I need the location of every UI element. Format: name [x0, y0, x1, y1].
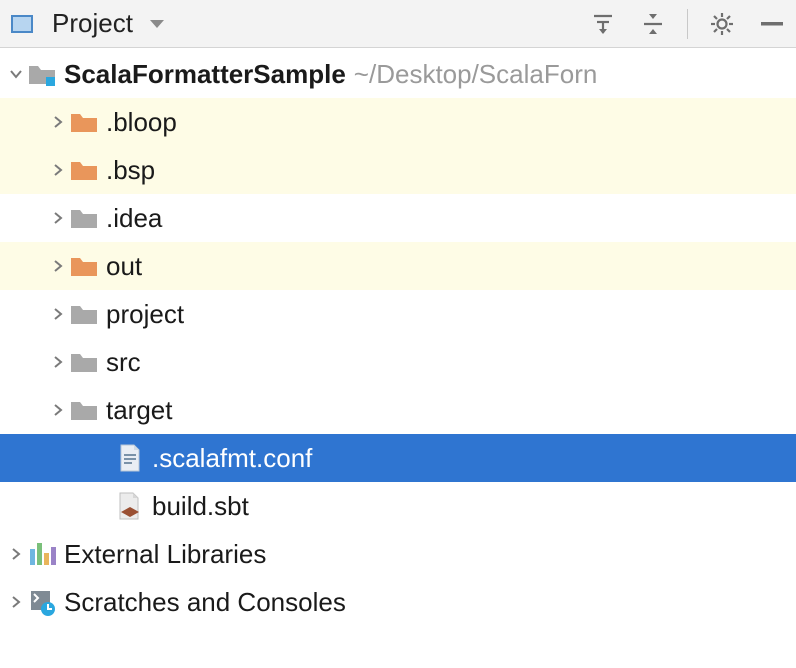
scroll-from-source-icon[interactable] [587, 8, 619, 40]
chevron-right-icon[interactable] [46, 254, 70, 278]
node-label: External Libraries [64, 539, 266, 570]
tree-folder-idea[interactable]: .idea [0, 194, 796, 242]
chevron-right-icon[interactable] [4, 542, 28, 566]
view-mode-dropdown[interactable] [141, 8, 173, 40]
folder-label: .idea [106, 203, 162, 234]
project-toolbar: Project [0, 0, 796, 48]
file-label: .scalafmt.conf [152, 443, 312, 474]
tree-folder-src[interactable]: src [0, 338, 796, 386]
tree-external-libraries[interactable]: External Libraries [0, 530, 796, 578]
tree-file-build-sbt[interactable]: build.sbt [0, 482, 796, 530]
folder-label: src [106, 347, 141, 378]
folder-label: out [106, 251, 142, 282]
tree-root[interactable]: ScalaFormatterSample ~/Desktop/ScalaForn [0, 50, 796, 98]
toolbar-title: Project [52, 8, 133, 39]
folder-excluded-icon [70, 108, 98, 136]
folder-icon [70, 300, 98, 328]
node-label: Scratches and Consoles [64, 587, 346, 618]
chevron-right-icon[interactable] [46, 206, 70, 230]
folder-excluded-icon [70, 156, 98, 184]
tree-folder-bsp[interactable]: .bsp [0, 146, 796, 194]
chevron-right-icon[interactable] [46, 110, 70, 134]
chevron-right-icon[interactable] [46, 158, 70, 182]
file-sbt-icon [116, 492, 144, 520]
folder-label: target [106, 395, 173, 426]
collapse-all-icon[interactable] [637, 8, 669, 40]
folder-excluded-icon [70, 252, 98, 280]
tree-folder-project[interactable]: project [0, 290, 796, 338]
settings-icon[interactable] [706, 8, 738, 40]
folder-label: .bsp [106, 155, 155, 186]
folder-icon [70, 396, 98, 424]
chevron-right-icon[interactable] [46, 302, 70, 326]
hide-icon[interactable] [756, 8, 788, 40]
project-icon [8, 10, 36, 38]
project-tree: ScalaFormatterSample ~/Desktop/ScalaForn… [0, 48, 796, 626]
folder-icon [70, 204, 98, 232]
chevron-down-icon[interactable] [4, 62, 28, 86]
libraries-icon [28, 540, 56, 568]
chevron-right-icon[interactable] [46, 350, 70, 374]
chevron-right-icon[interactable] [4, 590, 28, 614]
tree-folder-target[interactable]: target [0, 386, 796, 434]
tree-file-scalafmt-conf[interactable]: .scalafmt.conf [0, 434, 796, 482]
tree-folder-out[interactable]: out [0, 242, 796, 290]
root-label: ScalaFormatterSample [64, 59, 346, 90]
file-label: build.sbt [152, 491, 249, 522]
chevron-right-icon[interactable] [46, 398, 70, 422]
toolbar-right [587, 8, 788, 40]
tree-scratches-consoles[interactable]: Scratches and Consoles [0, 578, 796, 626]
toolbar-separator [687, 9, 688, 39]
module-folder-icon [28, 60, 56, 88]
folder-label: .bloop [106, 107, 177, 138]
folder-icon [70, 348, 98, 376]
root-path: ~/Desktop/ScalaForn [354, 59, 598, 90]
scratches-icon [28, 588, 56, 616]
toolbar-left: Project [8, 8, 173, 40]
folder-label: project [106, 299, 184, 330]
tree-folder-bloop[interactable]: .bloop [0, 98, 796, 146]
file-conf-icon [116, 444, 144, 472]
